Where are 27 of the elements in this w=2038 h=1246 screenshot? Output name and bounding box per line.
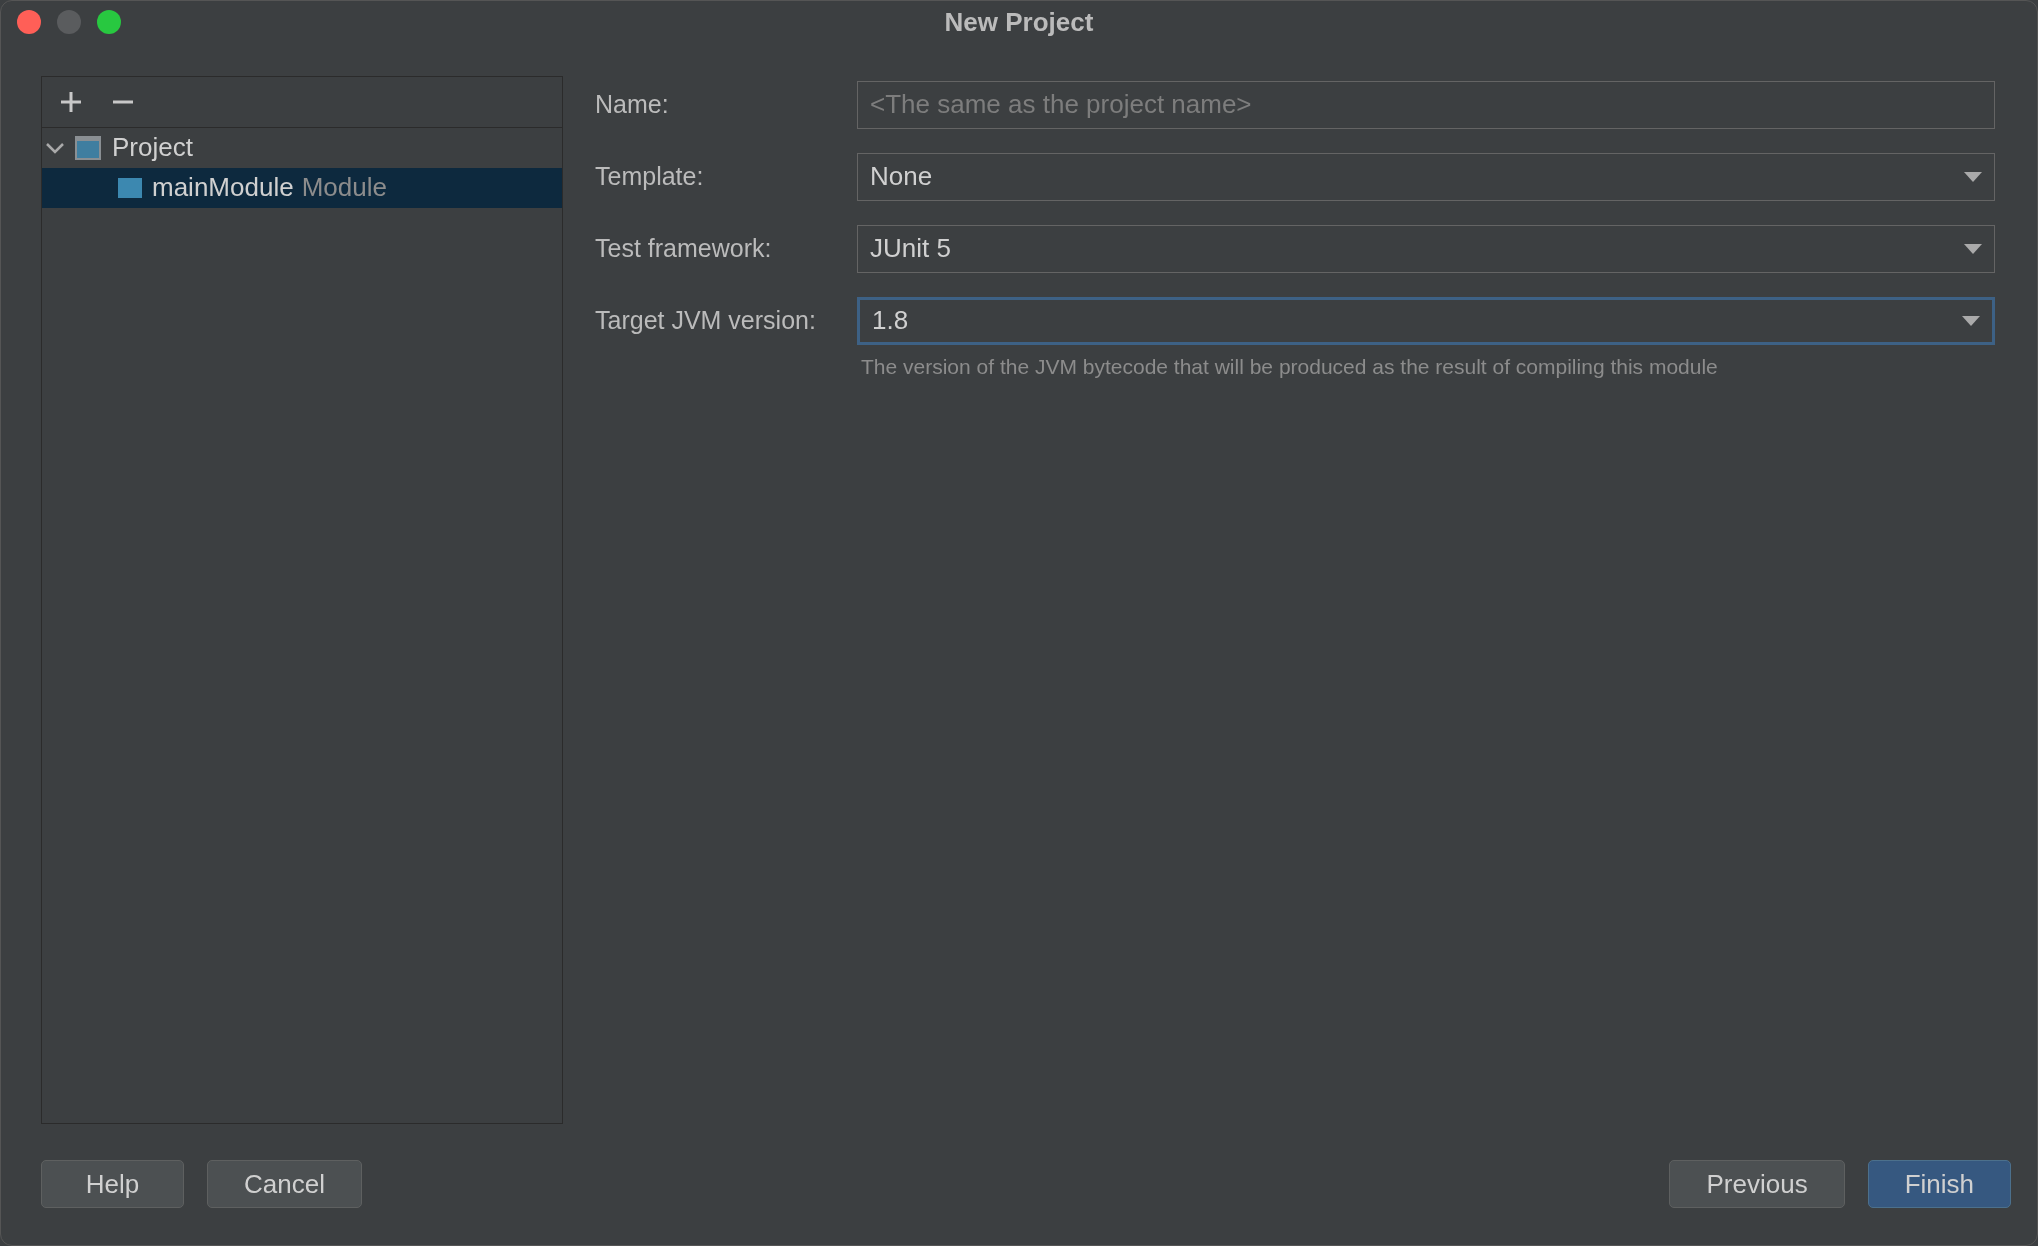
dropdown-caret-icon xyxy=(1962,315,1980,326)
dropdown-caret-icon xyxy=(1964,243,1982,254)
close-button[interactable] xyxy=(17,10,41,35)
dropdown-caret-icon xyxy=(1964,171,1982,182)
dialog-button[interactable]: Help xyxy=(41,1160,184,1209)
zoom-button[interactable] xyxy=(97,10,121,35)
window-title: New Project xyxy=(944,6,1094,37)
name-input-field[interactable]: <The same as the project name> xyxy=(857,80,1995,129)
dropdown-field[interactable]: JUnit 5 xyxy=(857,224,1995,273)
tree-item-type: Module xyxy=(301,172,387,204)
dropdown-field[interactable]: 1.8 xyxy=(857,296,1995,345)
module-icon xyxy=(118,177,142,198)
folder-window-icon xyxy=(74,134,102,161)
chevron-icon[interactable] xyxy=(46,141,64,154)
tree-item-label: mainModule xyxy=(152,172,294,204)
dialog-button[interactable]: Previous xyxy=(1669,1160,1845,1209)
field-label: Target JVM version: xyxy=(595,306,817,336)
dialog-button[interactable]: Finish xyxy=(1867,1160,2011,1209)
tree-item[interactable]: mainModule Module xyxy=(42,167,562,208)
field-label: Template: xyxy=(595,162,705,192)
field-label: Name: xyxy=(595,90,670,120)
field-label: Test framework: xyxy=(595,234,773,264)
tree-item-label: Project xyxy=(112,132,193,164)
field-hint: The version of the JVM bytecode that will be produced as the result of compiling this module xyxy=(860,354,1719,379)
tree-item[interactable]: Project xyxy=(42,127,562,168)
dialog-button[interactable]: Cancel xyxy=(207,1160,362,1209)
dropdown-field[interactable]: None xyxy=(857,152,1995,201)
